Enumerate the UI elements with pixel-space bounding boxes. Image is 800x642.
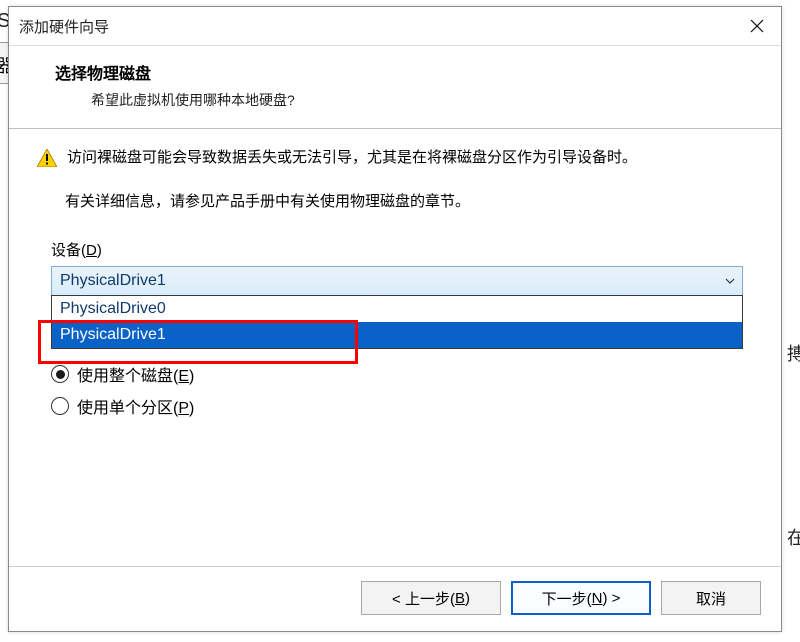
radio-label: 使用整个磁盘(E) xyxy=(77,362,194,386)
page-subtitle: 希望此虚拟机使用哪种本地硬盘? xyxy=(55,90,757,110)
cancel-button[interactable]: 取消 xyxy=(661,581,761,615)
usage-option-whole-disk[interactable]: 使用整个磁盘(E) xyxy=(51,362,749,386)
usage-group: 使用整个磁盘(E) 使用单个分区(P) xyxy=(37,362,749,418)
warning-row: 访问裸磁盘可能会导致数据丢失或无法引导，尤其是在将裸磁盘分区作为引导设备时。 xyxy=(37,147,749,170)
radio-icon xyxy=(51,365,69,383)
background-text: 搏 xyxy=(787,340,800,366)
info-text: 有关详细信息，请参见产品手册中有关使用物理磁盘的章节。 xyxy=(37,190,749,211)
warning-icon xyxy=(37,149,57,170)
close-button[interactable] xyxy=(733,7,781,45)
warning-text: 访问裸磁盘可能会导致数据丢失或无法引导，尤其是在将裸磁盘分区作为引导设备时。 xyxy=(67,147,637,170)
combobox-arrow[interactable] xyxy=(718,267,742,295)
usage-option-single-partition[interactable]: 使用单个分区(P) xyxy=(51,394,749,418)
device-label: 设备(D) xyxy=(37,239,749,260)
radio-label: 使用单个分区(P) xyxy=(77,394,194,418)
titlebar: 添加硬件向导 xyxy=(9,7,781,45)
background-text: 在 xyxy=(787,524,800,550)
wizard-header: 选择物理磁盘 希望此虚拟机使用哪种本地硬盘? xyxy=(9,46,781,128)
device-selected-value: PhysicalDrive1 xyxy=(52,272,166,290)
device-option-1[interactable]: PhysicalDrive1 xyxy=(52,322,742,348)
back-button[interactable]: < 上一步(B) xyxy=(361,581,501,615)
page-title: 选择物理磁盘 xyxy=(55,60,757,84)
wizard-button-row: < 上一步(B) 下一步(N) > 取消 xyxy=(361,581,761,615)
chevron-down-icon xyxy=(725,278,735,284)
next-button[interactable]: 下一步(N) > xyxy=(511,581,651,615)
add-hardware-wizard-dialog: 添加硬件向导 选择物理磁盘 希望此虚拟机使用哪种本地硬盘? 访问裸磁盘可能会导 xyxy=(8,6,782,632)
device-option-0[interactable]: PhysicalDrive0 xyxy=(52,296,742,322)
device-combobox[interactable]: PhysicalDrive1 xyxy=(51,266,743,296)
radio-icon xyxy=(51,397,69,415)
dialog-title: 添加硬件向导 xyxy=(19,16,109,37)
wizard-body: 访问裸磁盘可能会导致数据丢失或无法引导，尤其是在将裸磁盘分区作为引导设备时。 有… xyxy=(9,129,781,418)
device-dropdown: PhysicalDrive0 PhysicalDrive1 xyxy=(51,295,743,349)
close-icon xyxy=(750,19,764,33)
